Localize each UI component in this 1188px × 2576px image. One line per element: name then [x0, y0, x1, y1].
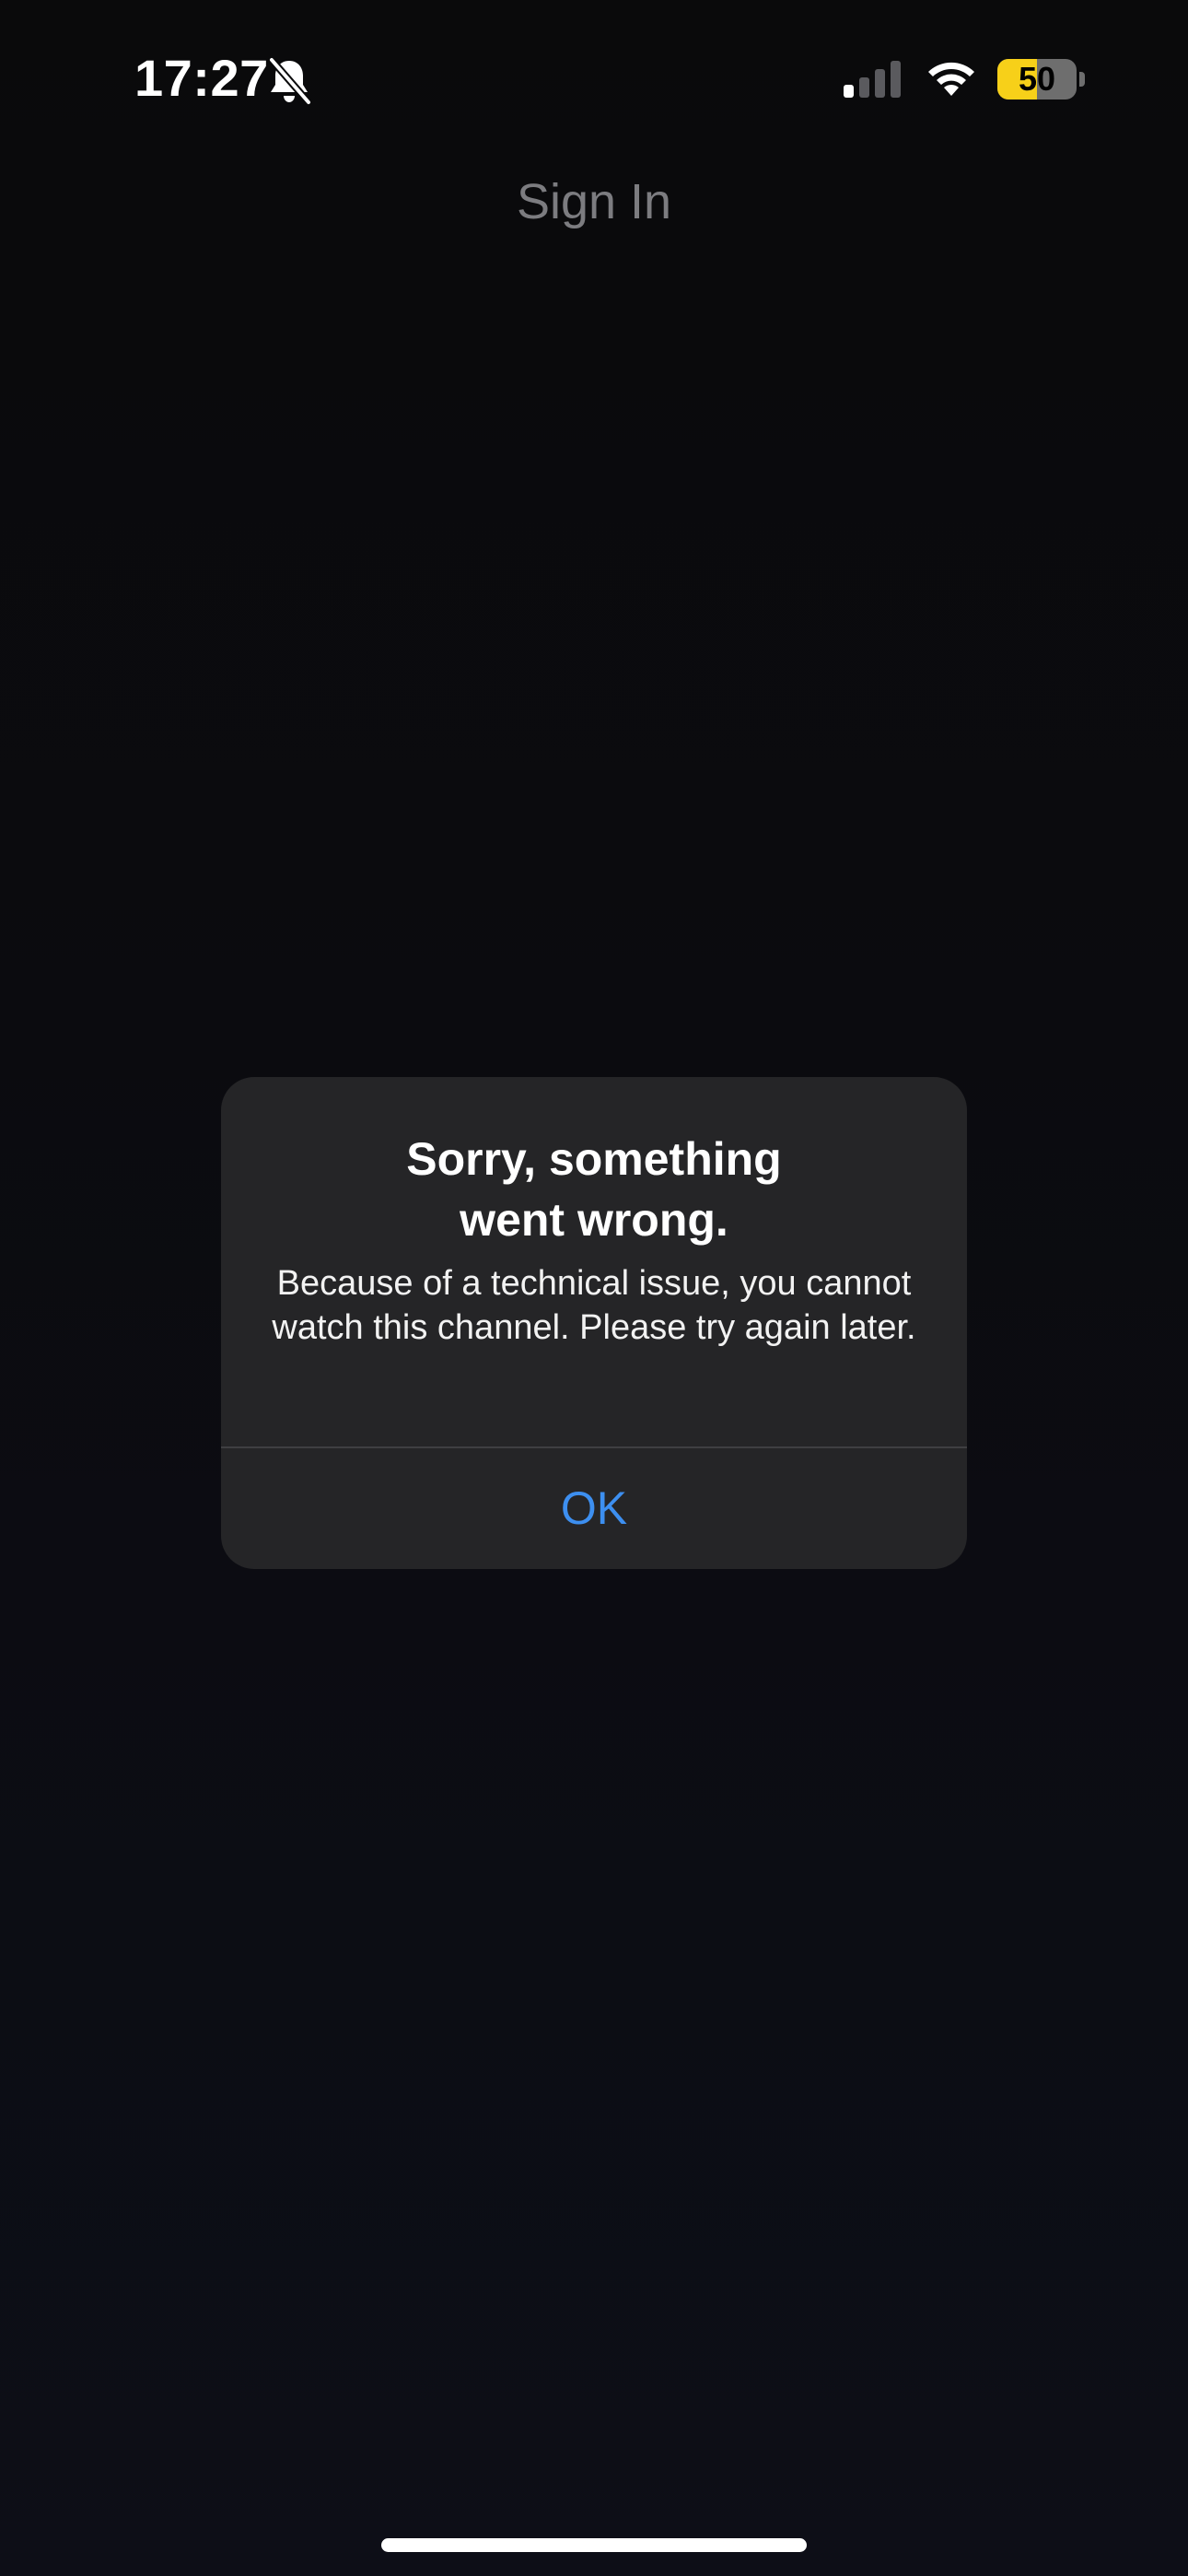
home-indicator[interactable] — [381, 2538, 807, 2552]
cellular-signal-icon — [844, 61, 901, 98]
ok-button[interactable]: OK — [221, 1448, 967, 1569]
battery-level: 50 — [1018, 60, 1056, 98]
battery-cap — [1079, 72, 1085, 87]
error-alert-dialog: Sorry, something went wrong. Because of … — [221, 1077, 967, 1569]
wifi-icon — [928, 62, 974, 96]
page-title: Sign In — [516, 174, 672, 229]
alert-title: Sorry, something went wrong. — [406, 1133, 782, 1246]
status-time: 17:27 — [134, 49, 269, 107]
bell-slash-icon — [268, 57, 311, 105]
battery-icon: 50 — [997, 59, 1086, 100]
status-bar: 17:27 50 — [0, 0, 1188, 161]
alert-content: Sorry, something went wrong. Because of … — [221, 1077, 967, 1446]
alert-message: Because of a technical issue, you cannot… — [272, 1264, 916, 1347]
